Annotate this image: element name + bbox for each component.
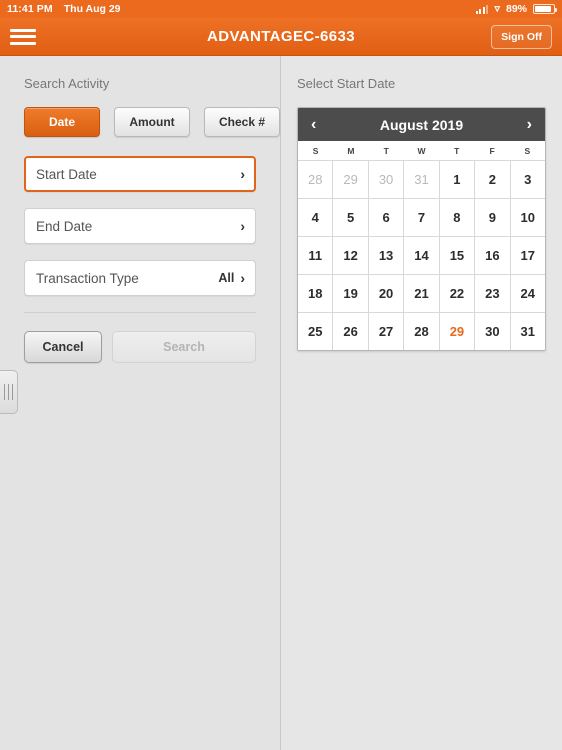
segment-date[interactable]: Date — [24, 107, 100, 137]
chevron-right-icon[interactable]: › — [527, 116, 532, 133]
segment-amount[interactable]: Amount — [114, 107, 190, 137]
search-button[interactable]: Search — [112, 331, 256, 363]
calendar-day-cell[interactable]: 11 — [298, 237, 333, 274]
calendar-day-cell[interactable]: 14 — [404, 237, 439, 274]
segment-check-number[interactable]: Check # — [204, 107, 280, 137]
end-date-right: › — [240, 219, 245, 233]
calendar-day-cell[interactable]: 7 — [404, 199, 439, 236]
calendar-weekday-5: F — [489, 146, 495, 156]
calendar-day-cell[interactable]: 3 — [510, 161, 545, 198]
calendar-day-cell[interactable]: 22 — [439, 275, 475, 312]
select-start-date-panel: Select Start Date ‹ August 2019 › S M T W T F… — [281, 56, 562, 750]
calendar-day-cell[interactable]: 1 — [439, 161, 475, 198]
calendar-day-cell[interactable]: 31 — [510, 313, 545, 350]
chevron-right-icon: › — [240, 218, 245, 234]
calendar-grid: 28 29 30 31 1 2 3 4 5 6 7 8 9 10 11 12 13 14 15 16 17 18 19 20 2… — [298, 161, 545, 350]
calendar-weekday-0: S — [312, 146, 319, 156]
calendar-day-cell[interactable]: 26 — [333, 313, 368, 350]
calendar-day-cell[interactable]: 6 — [368, 199, 404, 236]
transaction-type-right: All › — [218, 271, 245, 285]
battery-icon — [533, 4, 557, 14]
app-root: 11:41 PM Thu Aug 29 ▿ 89% ADVANTAGEC-663… — [0, 0, 562, 750]
calendar-day-cell[interactable]: 30 — [368, 161, 404, 198]
calendar-day-cell[interactable]: 16 — [475, 237, 510, 274]
status-indicators: ▿ 89% — [475, 2, 557, 15]
end-date-field[interactable]: End Date › — [24, 208, 256, 244]
calendar-day-cell[interactable]: 30 — [475, 313, 510, 350]
calendar-day-cell[interactable]: 4 — [298, 199, 333, 236]
calendar-day-cell[interactable]: 18 — [298, 275, 333, 312]
calendar-day-cell[interactable]: 31 — [404, 161, 439, 198]
calendar-day-cell[interactable]: 19 — [333, 275, 368, 312]
transaction-type-label: Transaction Type — [36, 270, 139, 286]
cellular-signal-icon — [475, 4, 489, 14]
transaction-type-value: All — [218, 271, 235, 285]
calendar-weekday-3: W — [417, 146, 426, 156]
calendar-weekday-header: SMTWTFS — [298, 141, 545, 161]
select-start-date-title: Select Start Date — [297, 76, 396, 91]
drag-handle-icon[interactable] — [0, 370, 18, 414]
battery-percent-label: 89% — [505, 3, 527, 15]
sign-off-button[interactable]: Sign Off — [491, 24, 552, 49]
calendar-day-cell[interactable]: 20 — [368, 275, 404, 312]
calendar-day-cell[interactable]: 24 — [510, 275, 545, 312]
status-bar: 11:41 PM Thu Aug 29 ▿ 89% — [0, 0, 562, 18]
form-actions: Cancel Search — [0, 313, 280, 363]
calendar-day-cell[interactable]: 2 — [475, 161, 510, 198]
hamburger-menu-icon[interactable] — [10, 27, 36, 47]
search-activity-title: Search Activity — [24, 76, 110, 91]
calendar-day-cell[interactable]: 29 — [333, 161, 368, 198]
calendar-day-cell[interactable]: 5 — [333, 199, 368, 236]
calendar: ‹ August 2019 › SMTWTFS 28 29 30 31 1 2 3 4 5 6 7 8… — [297, 107, 546, 351]
transaction-type-field[interactable]: Transaction Type All › — [24, 260, 256, 296]
calendar-day-cell[interactable]: 29 — [439, 313, 475, 350]
search-form: Start Date › End Date › Transaction Type… — [0, 137, 280, 296]
calendar-weekday-1: M — [347, 146, 355, 156]
start-date-right: › — [240, 167, 245, 181]
calendar-day-cell[interactable]: 28 — [404, 313, 439, 350]
calendar-day-cell[interactable]: 9 — [475, 199, 510, 236]
status-date: Thu Aug 29 — [63, 3, 121, 15]
start-date-label: Start Date — [36, 166, 97, 182]
wifi-icon: ▿ — [494, 2, 500, 15]
calendar-weekday-4: T — [454, 146, 460, 156]
calendar-day-cell[interactable]: 28 — [298, 161, 333, 198]
calendar-weekday-6: S — [524, 146, 531, 156]
page-title: ADVANTAGEC-6633 — [207, 28, 355, 45]
nav-bar: ADVANTAGEC-6633 Sign Off — [0, 18, 562, 56]
cancel-button[interactable]: Cancel — [24, 331, 102, 363]
calendar-day-cell[interactable]: 25 — [298, 313, 333, 350]
calendar-day-cell[interactable]: 10 — [510, 199, 545, 236]
calendar-header: ‹ August 2019 › — [298, 108, 545, 141]
calendar-day-cell[interactable]: 8 — [439, 199, 475, 236]
content-area: Search Activity Date Amount Check # Star… — [0, 56, 562, 750]
status-time: 11:41 PM — [7, 3, 53, 15]
end-date-label: End Date — [36, 218, 93, 234]
calendar-day-cell[interactable]: 12 — [333, 237, 368, 274]
start-date-field[interactable]: Start Date › — [24, 156, 256, 192]
calendar-day-cell[interactable]: 27 — [368, 313, 404, 350]
calendar-day-cell[interactable]: 23 — [475, 275, 510, 312]
search-activity-panel: Search Activity Date Amount Check # Star… — [0, 56, 281, 750]
chevron-right-icon: › — [240, 270, 245, 286]
calendar-month-label: August 2019 — [379, 116, 464, 133]
search-type-segmented-control: Date Amount Check # — [0, 91, 280, 137]
calendar-day-cell[interactable]: 15 — [439, 237, 475, 274]
chevron-right-icon: › — [240, 166, 245, 182]
calendar-day-cell[interactable]: 13 — [368, 237, 404, 274]
calendar-day-cell[interactable]: 17 — [510, 237, 545, 274]
calendar-day-cell[interactable]: 21 — [404, 275, 439, 312]
calendar-weekday-2: T — [383, 146, 389, 156]
